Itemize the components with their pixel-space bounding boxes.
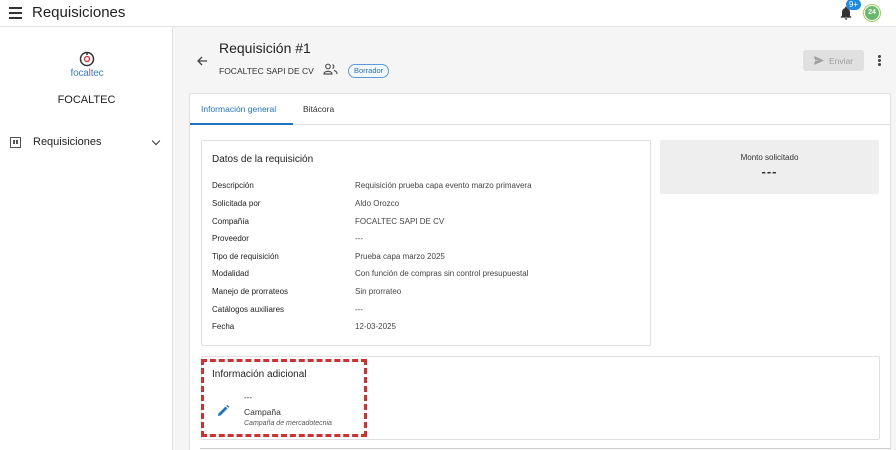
status-badge: Borrador xyxy=(348,64,390,78)
campaign-value: --- xyxy=(244,393,252,402)
row-value: --- xyxy=(355,234,363,243)
row-key: Tipo de requisición xyxy=(212,252,279,261)
chevron-down-icon xyxy=(151,136,161,145)
pencil-edit-icon[interactable] xyxy=(216,404,230,418)
amount-label: Monto solicitado xyxy=(740,153,799,162)
active-tab-indicator xyxy=(190,123,293,125)
row-key: Proveedor xyxy=(212,234,249,243)
sidebar-item-requisiciones[interactable]: Requisiciones xyxy=(10,134,162,150)
logo-text: focaltec xyxy=(70,68,104,79)
row-value: Prueba capa marzo 2025 xyxy=(355,252,445,261)
data-row: Compañía FOCALTEC SAPI DE CV xyxy=(212,217,642,229)
data-row: Tipo de requisición Prueba capa marzo 202… xyxy=(212,252,642,264)
focaltec-logo: focaltec xyxy=(64,51,110,79)
back-arrow-icon[interactable] xyxy=(196,55,208,67)
row-value: 12-03-2025 xyxy=(355,322,396,331)
report-icon xyxy=(10,136,21,148)
data-row: Solicitada por Aldo Orozco xyxy=(212,199,642,211)
more-options-icon[interactable] xyxy=(878,55,881,66)
sidebar: focaltec FOCALTEC Requisiciones xyxy=(0,27,173,450)
additional-info-panel: Información adicional --- Campaña Campañ… xyxy=(201,356,880,440)
row-key: Fecha xyxy=(212,322,235,331)
row-value: FOCALTEC SAPI DE CV xyxy=(355,217,445,226)
page-title: Requisición #1 xyxy=(219,40,311,56)
row-value: --- xyxy=(355,305,363,314)
hamburger-menu-icon[interactable] xyxy=(9,7,22,19)
app-bar: Requisiciones 9+ 24 xyxy=(0,0,896,27)
campaign-field-name: Campaña xyxy=(244,407,281,417)
tab-bitacora[interactable]: Bitácora xyxy=(303,104,334,114)
row-key: Catálogos auxiliares xyxy=(212,305,285,314)
tab-informacion-general[interactable]: Información general xyxy=(201,104,276,114)
requisition-company: FOCALTEC SAPI DE CV xyxy=(219,66,314,76)
data-row: Fecha 12-03-2025 xyxy=(212,322,642,334)
send-icon xyxy=(813,56,824,65)
row-key: Manejo de prorrateos xyxy=(212,287,289,296)
data-row: Descripción Requisición prueba capa event… xyxy=(212,181,642,193)
send-button[interactable]: Enviar xyxy=(803,50,864,71)
row-key: Solicitada por xyxy=(212,199,261,208)
row-value: Sin prorrateo xyxy=(355,287,402,296)
people-icon[interactable] xyxy=(323,63,338,75)
data-row: Catálogos auxiliares --- xyxy=(212,305,642,317)
requisition-data-panel: Datos de la requisición Descripción Requi… xyxy=(201,140,651,346)
row-value: Aldo Orozco xyxy=(355,199,400,208)
sidebar-company-name: FOCALTEC xyxy=(57,94,116,106)
data-row: Manejo de prorrateos Sin prorrateo xyxy=(212,287,642,299)
tab-bar: Información general Bitácora xyxy=(190,94,890,125)
data-row: Proveedor --- xyxy=(212,234,642,246)
row-key: Modalidad xyxy=(212,269,249,278)
user-avatar[interactable]: 24 xyxy=(864,5,880,21)
logo-mark-icon xyxy=(79,51,95,67)
section-title: Datos de la requisición xyxy=(212,154,314,165)
notification-count-badge: 9+ xyxy=(846,0,861,10)
row-value: Con función de compras sin control presu… xyxy=(355,269,529,278)
amount-panel: Monto solicitado --- xyxy=(660,140,879,194)
app-title: Requisiciones xyxy=(32,4,126,21)
row-value: Requisición prueba capa evento marzo pri… xyxy=(355,181,532,190)
sidebar-item-label: Requisiciones xyxy=(33,136,102,148)
send-button-label: Enviar xyxy=(828,55,854,66)
section-title: Información adicional xyxy=(212,369,307,380)
row-key: Descripción xyxy=(212,181,254,190)
amount-value: --- xyxy=(761,164,778,179)
divider xyxy=(200,448,890,449)
row-key: Compañía xyxy=(212,217,249,226)
data-row: Modalidad Con función de compras sin cont… xyxy=(212,269,642,281)
requisition-card: Información general Bitácora Datos de la… xyxy=(189,93,891,450)
campaign-field-description: Campaña de mercadotecnia xyxy=(244,420,332,427)
